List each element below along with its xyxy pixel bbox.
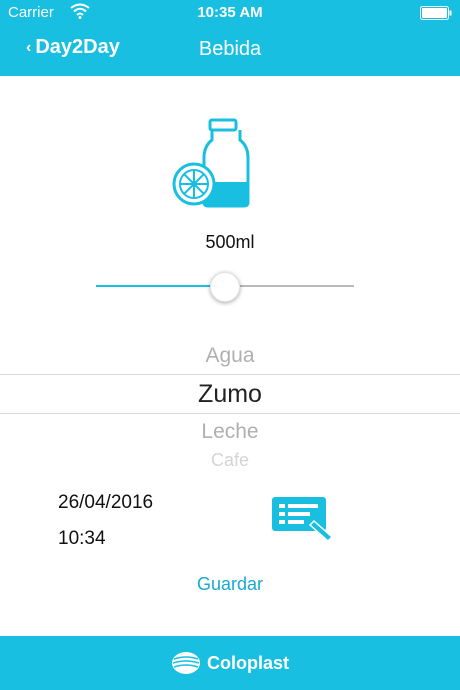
page-title: Bebida	[198, 38, 262, 60]
edit-list-icon[interactable]	[270, 495, 334, 543]
picker-option[interactable]: Leche	[0, 420, 460, 444]
brand-name: Coloplast	[206, 652, 289, 673]
brand: Coloplast	[0, 651, 460, 675]
battery-icon	[420, 6, 452, 20]
header: Carrier 10:35 AM ‹ Day2Day Bebida	[0, 0, 460, 76]
volume-label: 500ml	[205, 232, 255, 252]
bottle-icon	[172, 118, 250, 208]
picker-divider	[0, 413, 460, 414]
slider-track-empty	[240, 285, 354, 287]
picker-option-selected[interactable]: Zumo	[0, 380, 460, 409]
time-value: 10:34	[58, 528, 106, 549]
picker-divider	[0, 374, 460, 375]
status-time: 10:35 AM	[197, 4, 263, 21]
date-value: 26/04/2016	[58, 492, 154, 513]
coloplast-logo-icon	[171, 652, 200, 674]
footer: Coloplast	[0, 636, 460, 690]
save-button[interactable]: Guardar	[0, 574, 460, 595]
drink-picker[interactable]: Agua Zumo Leche Cafe	[0, 340, 460, 468]
slider-track-filled	[96, 285, 210, 287]
picker-option[interactable]: Cafe	[0, 450, 460, 468]
volume-slider[interactable]	[96, 272, 354, 302]
picker-option[interactable]: Agua	[0, 344, 460, 368]
slider-thumb[interactable]	[210, 272, 240, 302]
status-bar: Carrier 10:35 AM	[0, 0, 460, 26]
